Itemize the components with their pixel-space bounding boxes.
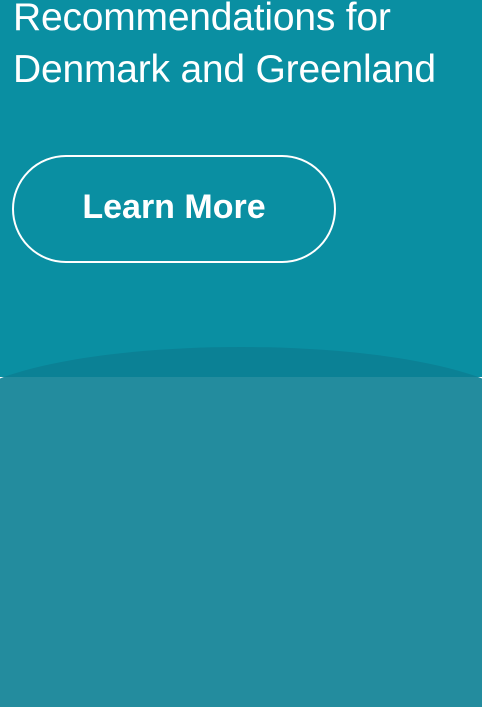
headline-line-2: Denmark and Greenland xyxy=(13,48,436,91)
learn-more-button[interactable]: Learn More xyxy=(12,155,336,263)
headline-line-1: Recommendations for xyxy=(13,0,391,39)
learn-more-button-label: Learn More xyxy=(82,187,266,226)
headline: Recommendations for Denmark and Greenlan… xyxy=(13,0,436,96)
